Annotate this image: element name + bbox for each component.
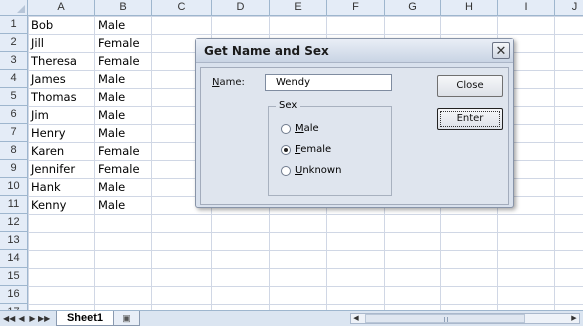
select-all-corner[interactable] [0, 0, 28, 16]
column-header-c[interactable]: C [152, 0, 212, 16]
get-name-sex-dialog: Get Name and Sex ✕ Name: Wendy Sex Male F… [195, 38, 514, 208]
row-header-3[interactable]: 3 [0, 52, 28, 70]
cell-sex[interactable]: Male [95, 88, 152, 106]
column-header-a[interactable]: A [28, 0, 95, 16]
close-button[interactable]: Close [437, 75, 503, 97]
row-header-9[interactable]: 9 [0, 160, 28, 178]
column-header-j[interactable]: J [555, 0, 583, 16]
row-header-13[interactable]: 13 [0, 232, 28, 250]
row-header-7[interactable]: 7 [0, 124, 28, 142]
cell-name[interactable]: Jim [28, 106, 95, 124]
sex-frame: Sex Male Female Unknown [268, 100, 392, 196]
column-header-d[interactable]: D [212, 0, 270, 16]
row-header-11[interactable]: 11 [0, 196, 28, 214]
column-header-h[interactable]: H [441, 0, 498, 16]
name-input[interactable]: Wendy [265, 74, 392, 91]
cell-sex[interactable]: Male [95, 178, 152, 196]
row-header-12[interactable]: 12 [0, 214, 28, 232]
enter-button[interactable]: Enter [437, 108, 503, 130]
row-header-10[interactable]: 10 [0, 178, 28, 196]
cell-sex[interactable]: Male [95, 106, 152, 124]
radio-circle-icon[interactable] [281, 124, 291, 134]
sheet-tab-bar: ◀◀ ◀ ▶ ▶▶ Sheet1 ▣ ◀ ▶ [0, 310, 583, 326]
scroll-left-icon[interactable]: ◀ [351, 314, 361, 323]
radio-label: Female [295, 144, 332, 155]
cell-name[interactable]: Karen [28, 142, 95, 160]
dialog-title: Get Name and Sex [204, 44, 329, 58]
cell-name[interactable]: Kenny [28, 196, 95, 214]
radio-circle-icon[interactable] [281, 145, 291, 155]
row-header-14[interactable]: 14 [0, 250, 28, 268]
row-header-5[interactable]: 5 [0, 88, 28, 106]
cell-name[interactable]: Theresa [28, 52, 95, 70]
horizontal-scrollbar[interactable]: ◀ ▶ [350, 313, 580, 324]
radio-label: Unknown [295, 165, 342, 176]
column-header-i[interactable]: I [498, 0, 555, 16]
name-label: Name: [212, 77, 245, 88]
radio-circle-icon[interactable] [281, 166, 291, 176]
radio-label: Male [295, 123, 319, 134]
row-header-2[interactable]: 2 [0, 34, 28, 52]
prev-sheet-icon[interactable]: ◀ [16, 313, 27, 324]
cell-name[interactable]: Jennifer [28, 160, 95, 178]
next-sheet-icon[interactable]: ▶ [27, 313, 38, 324]
column-header-e[interactable]: E [270, 0, 327, 16]
cell-sex[interactable]: Female [95, 34, 152, 52]
cell-sex[interactable]: Male [95, 70, 152, 88]
cell-name[interactable]: Hank [28, 178, 95, 196]
cell-sex[interactable]: Male [95, 16, 152, 34]
insert-sheet-icon[interactable]: ▣ [114, 311, 140, 326]
dialog-body: Name: Wendy Sex Male Female Unknown Close … [200, 67, 509, 205]
cell-name[interactable]: James [28, 70, 95, 88]
cell-name[interactable]: Henry [28, 124, 95, 142]
cell-sex[interactable]: Male [95, 196, 152, 214]
cell-name[interactable]: Bob [28, 16, 95, 34]
column-header-g[interactable]: G [385, 0, 441, 16]
row-header-4[interactable]: 4 [0, 70, 28, 88]
row-header-6[interactable]: 6 [0, 106, 28, 124]
sex-frame-label: Sex [276, 100, 301, 111]
cell-sex[interactable]: Female [95, 52, 152, 70]
row-header-16[interactable]: 16 [0, 286, 28, 304]
last-sheet-icon[interactable]: ▶▶ [38, 313, 50, 324]
cell-sex[interactable]: Female [95, 160, 152, 178]
column-header-f[interactable]: F [327, 0, 385, 16]
cell-name[interactable]: Jill [28, 34, 95, 52]
sheet-tab[interactable]: Sheet1 [56, 311, 114, 326]
close-x-icon[interactable]: ✕ [492, 42, 510, 59]
row-header-15[interactable]: 15 [0, 268, 28, 286]
column-header-b[interactable]: B [95, 0, 152, 16]
cell-name[interactable]: Thomas [28, 88, 95, 106]
row-header-8[interactable]: 8 [0, 142, 28, 160]
first-sheet-icon[interactable]: ◀◀ [3, 313, 15, 324]
dialog-titlebar[interactable]: Get Name and Sex ✕ [196, 39, 513, 63]
cell-sex[interactable]: Male [95, 124, 152, 142]
scroll-right-icon[interactable]: ▶ [569, 314, 579, 323]
scroll-thumb[interactable] [365, 314, 525, 323]
cell-sex[interactable]: Female [95, 142, 152, 160]
row-header-1[interactable]: 1 [0, 16, 28, 34]
